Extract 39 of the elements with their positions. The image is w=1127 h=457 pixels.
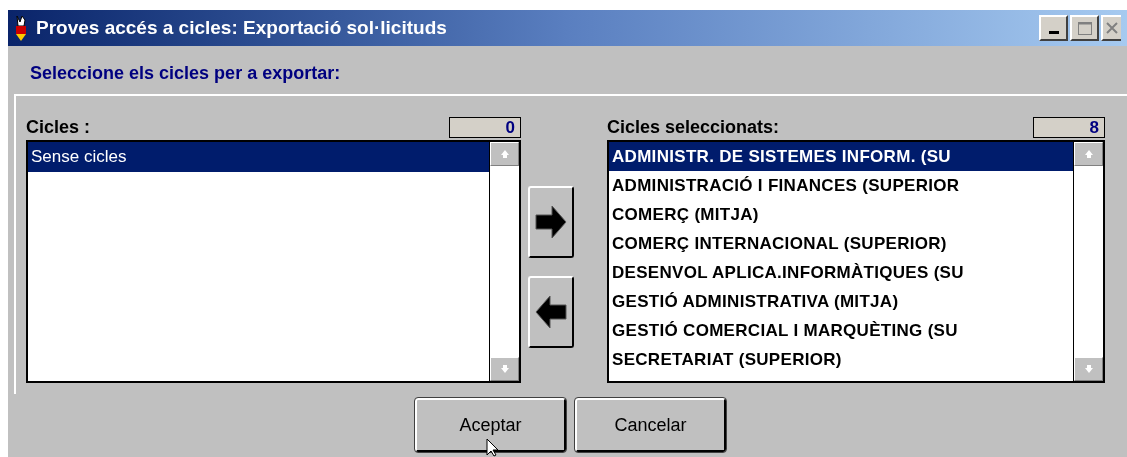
scroll-down-button[interactable]	[490, 357, 519, 381]
maximize-icon	[1077, 21, 1092, 35]
list-label: Cicles seleccionats:	[607, 115, 780, 139]
mouse-pointer-icon	[486, 438, 500, 457]
window-title: Proves accés a cicles: Exportació sol·licituds	[36, 15, 447, 40]
scrollbar[interactable]	[1073, 142, 1103, 381]
add-button[interactable]	[528, 186, 574, 258]
close-button[interactable]	[1101, 15, 1121, 41]
up-arrow-icon	[1083, 149, 1094, 159]
down-arrow-icon	[499, 364, 510, 374]
count-field: 0	[449, 116, 521, 138]
list-item[interactable]: GESTIÓ COMERCIAL I MARQUÈTING (SU	[609, 316, 1073, 345]
list-item[interactable]: ADMINISTR. DE SISTEMES INFORM. (SU	[609, 142, 1073, 171]
remove-button[interactable]	[528, 276, 574, 348]
right-arrow-icon	[534, 204, 568, 240]
close-icon	[1106, 22, 1118, 34]
list-item[interactable]: GESTIÓ ADMINISTRATIVA (MITJA)	[609, 287, 1073, 316]
down-arrow-icon	[1083, 364, 1094, 374]
list-item[interactable]: SECRETARIAT (SUPERIOR)	[609, 345, 1073, 374]
list-item[interactable]: ADMINISTRACIÓ I FINANCES (SUPERIOR	[609, 171, 1073, 200]
up-arrow-icon	[499, 149, 510, 159]
dialog-button[interactable]: Aceptar	[415, 398, 566, 452]
scroll-up-button[interactable]	[1074, 142, 1103, 166]
instruction-text: Seleccione els cicles per a exportar:	[30, 62, 342, 84]
list-label: Cicles :	[26, 115, 91, 139]
scrollbar[interactable]	[489, 142, 519, 381]
count-field: 8	[1033, 116, 1105, 138]
list-item[interactable]: COMERÇ (MITJA)	[609, 200, 1073, 229]
scroll-up-button[interactable]	[490, 142, 519, 166]
list-item[interactable]: COMERÇ INTERNACIONAL (SUPERIOR)	[609, 229, 1073, 258]
maximize-button[interactable]	[1070, 15, 1099, 41]
dialog-button[interactable]: Cancelar	[575, 398, 726, 452]
list-item[interactable]: Sense cicles	[28, 142, 489, 172]
minimize-button[interactable]	[1039, 15, 1068, 41]
list-item[interactable]: DESENVOL APLICA.INFORMÀTIQUES (SU	[609, 258, 1073, 287]
left-arrow-icon	[534, 294, 568, 330]
app-icon	[14, 14, 28, 42]
minimize-icon	[1048, 31, 1059, 34]
scroll-down-button[interactable]	[1074, 357, 1103, 381]
